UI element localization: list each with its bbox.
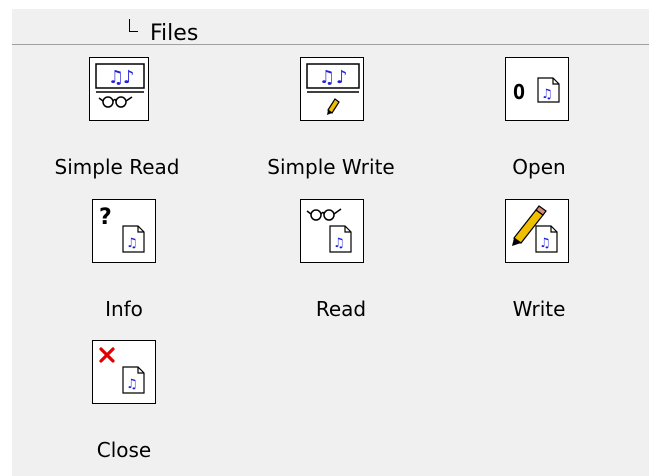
files-palette: ♫ ♪ Simple Read ♫ ♪ Simple Write O ♫ Ope…: [12, 45, 649, 476]
svg-text:♫: ♫: [333, 236, 345, 251]
tool-close[interactable]: ♫ Close: [49, 328, 179, 468]
tool-simple-read[interactable]: ♫ ♪ Simple Read: [49, 45, 179, 185]
tool-label: Simple Read: [54, 155, 180, 179]
write-pencil-file-icon: ♫: [505, 199, 569, 263]
info-file-icon: ? ♫: [92, 199, 156, 263]
tool-label: Simple Write: [267, 155, 395, 179]
tool-label: Info: [105, 297, 143, 321]
svg-text:♫: ♫: [541, 87, 553, 102]
palette-title: Files: [150, 21, 199, 46]
tool-info[interactable]: ? ♫ Info: [49, 187, 179, 327]
close-x-file-icon: ♫: [92, 340, 156, 404]
svg-text:♫: ♫: [108, 67, 124, 88]
music-file-glasses-icon: ♫ ♪: [89, 57, 149, 121]
tool-label: Open: [512, 155, 566, 179]
tool-open[interactable]: O ♫ Open: [467, 45, 597, 185]
svg-text:♫: ♫: [539, 236, 551, 251]
top-strip: [0, 0, 652, 9]
tree-connector-icon: [129, 19, 138, 32]
read-glasses-file-icon: ♫: [300, 199, 364, 263]
svg-text:O: O: [513, 80, 525, 104]
svg-text:♪: ♪: [336, 67, 348, 88]
tool-label: Write: [512, 297, 566, 321]
music-file-pencil-icon: ♫ ♪: [300, 57, 364, 121]
tool-read[interactable]: ♫ Read: [249, 187, 379, 327]
svg-text:♫: ♫: [126, 236, 138, 251]
open-file-icon: O ♫: [505, 57, 569, 121]
tool-label: Close: [96, 438, 152, 462]
left-border: [0, 0, 12, 476]
svg-text:♫: ♫: [319, 67, 335, 88]
tool-write[interactable]: ♫ Write: [467, 187, 597, 327]
palette-header: Files: [12, 9, 649, 46]
tool-simple-write[interactable]: ♫ ♪ Simple Write: [249, 45, 395, 185]
svg-text:♫: ♫: [126, 377, 138, 392]
palette-window: Files ♫ ♪ Simple Read ♫ ♪ Simple Write O…: [0, 0, 652, 476]
svg-text:?: ?: [99, 205, 112, 230]
tool-label: Read: [315, 297, 367, 321]
svg-text:♪: ♪: [123, 67, 135, 88]
